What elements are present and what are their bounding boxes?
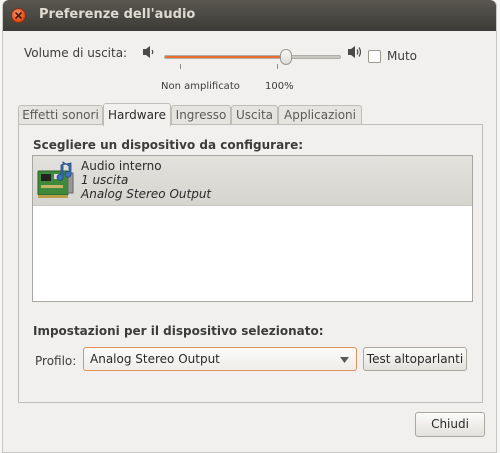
volume-slider-fill xyxy=(165,56,288,58)
device-info: Audio interno 1 uscita Analog Stereo Out… xyxy=(81,159,211,201)
sound-preferences-window: Preferenze dell'audio Volume di uscita: … xyxy=(2,0,497,453)
window-title: Preferenze dell'audio xyxy=(39,7,196,22)
tab-output[interactable]: Uscita xyxy=(231,105,278,125)
device-name: Audio interno xyxy=(81,159,162,173)
tab-sound-effects[interactable]: Effetti sonori xyxy=(18,105,103,125)
device-profile: Analog Stereo Output xyxy=(81,187,212,201)
output-volume-label: Volume di uscita: xyxy=(24,46,128,60)
profile-select-value: Analog Stereo Output xyxy=(90,352,220,366)
volume-slider-handle[interactable] xyxy=(280,49,293,65)
choose-device-heading: Scegliere un dispositivo da configurare: xyxy=(33,138,304,152)
close-button[interactable]: Chiudi xyxy=(415,412,485,437)
device-outputs: 1 uscita xyxy=(81,173,129,187)
speaker-low-icon xyxy=(143,46,154,58)
device-list[interactable]: Audio interno 1 uscita Analog Stereo Out… xyxy=(32,155,473,302)
close-icon xyxy=(14,11,23,20)
tick-label-100: 100% xyxy=(265,81,294,92)
device-settings-heading: Impostazioni per il dispositivo selezion… xyxy=(33,324,324,338)
mute-checkbox[interactable] xyxy=(368,50,381,63)
title-bar[interactable]: Preferenze dell'audio xyxy=(3,0,496,31)
profile-label: Profilo: xyxy=(35,354,77,368)
tab-input[interactable]: Ingresso xyxy=(171,105,231,125)
test-speakers-button[interactable]: Test altoparlanti xyxy=(363,347,467,371)
tab-hardware[interactable]: Hardware xyxy=(103,103,171,126)
tick-100 xyxy=(277,64,278,69)
tab-applications[interactable]: Applicazioni xyxy=(278,105,362,125)
sound-card-icon xyxy=(37,161,74,198)
chevron-down-icon xyxy=(340,357,349,363)
speaker-high-icon xyxy=(348,46,362,58)
window-close-button[interactable] xyxy=(11,8,26,23)
hardware-panel: Scegliere un dispositivo da configurare:… xyxy=(18,124,483,403)
mute-label[interactable]: Muto xyxy=(387,49,417,63)
tick-unamplified xyxy=(180,64,181,69)
profile-select[interactable]: Analog Stereo Output xyxy=(83,347,357,371)
device-row[interactable]: Audio interno 1 uscita Analog Stereo Out… xyxy=(33,156,472,206)
tick-label-unamplified: Non amplificato xyxy=(161,81,240,92)
volume-slider-track[interactable] xyxy=(164,55,341,59)
